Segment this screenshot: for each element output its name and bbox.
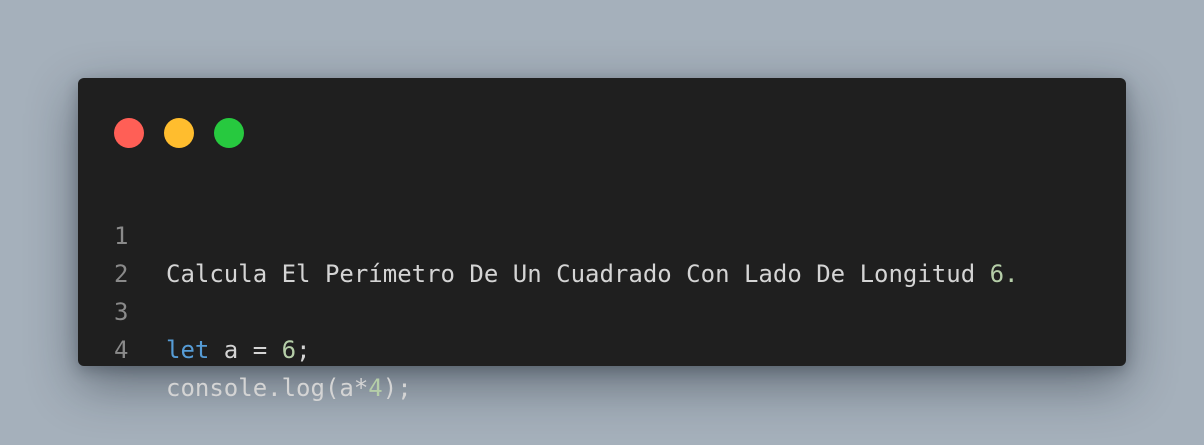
code-block: 1 Calcula El Perímetro De Un Cuadrado Co… [78,179,1126,402]
line-number: 4 [114,336,129,364]
code-window: 1 Calcula El Perímetro De Un Cuadrado Co… [78,78,1126,402]
code-line: 3 let a = 6; [78,255,1126,364]
code-token: a = [209,336,282,364]
line-content: let a = 6; [166,331,311,369]
code-token: console.log(a* [166,374,369,402]
code-token: ; [296,336,311,364]
code-token: 4 [368,374,383,402]
line-content: console.log(a*4); [166,369,412,407]
code-token: 6 [281,336,297,364]
code-line: 4 console.log(a*4); [78,293,1126,402]
code-token: ); [382,374,412,402]
code-line: 1 Calcula El Perímetro De Un Cuadrado Co… [78,179,1126,288]
code-token: let [166,336,210,364]
minimize-dot-icon[interactable] [164,118,194,148]
close-dot-icon[interactable] [114,118,144,148]
maximize-dot-icon[interactable] [214,118,244,148]
code-line: 2 [78,217,1126,288]
